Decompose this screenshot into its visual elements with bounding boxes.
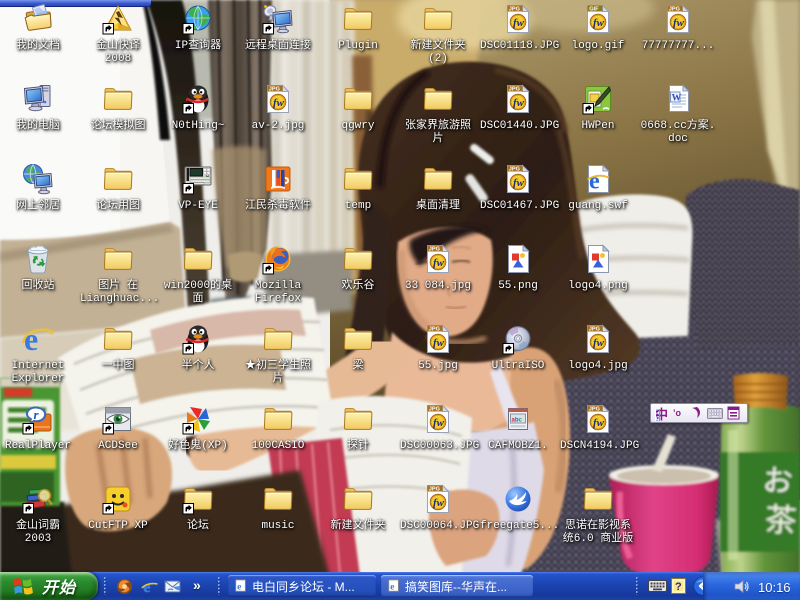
svg-text:茶: 茶 [763,494,798,542]
svg-text:?: ? [675,581,682,593]
svg-text:e: e [143,579,150,595]
svg-text:’o: ’o [673,406,682,419]
svg-text:e: e [237,582,242,593]
svg-text:e: e [390,582,395,593]
